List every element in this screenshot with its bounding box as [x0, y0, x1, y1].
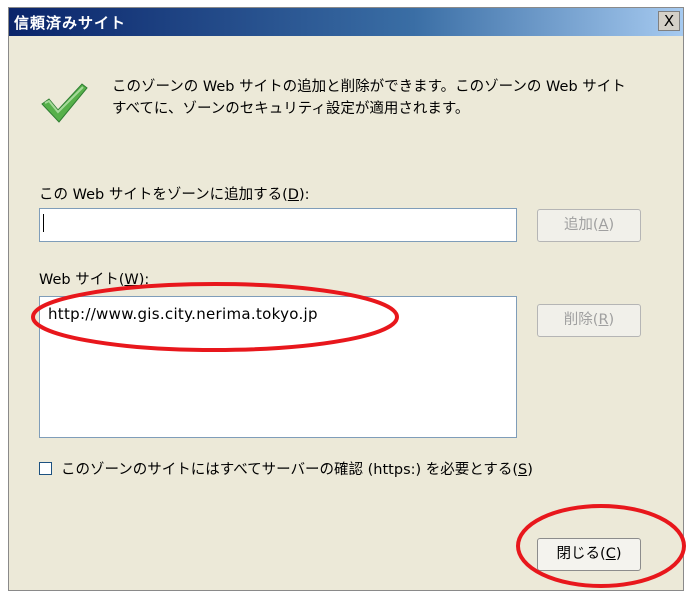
text-caret	[43, 214, 44, 232]
add-site-label: この Web サイトをゾーンに追加する(D):	[39, 187, 310, 203]
dialog-content: このゾーンの Web サイトの追加と削除ができます。このゾーンの Web サイト…	[9, 36, 683, 592]
title-bar[interactable]: 信頼済みサイト X	[9, 8, 683, 36]
add-button[interactable]: 追加(A)	[537, 209, 641, 242]
add-site-input[interactable]	[39, 208, 517, 242]
description-line-2: すべてに、ゾーンのセキュリティ設定が適用されます。	[112, 101, 470, 117]
dialog-title: 信頼済みサイト	[14, 14, 127, 32]
description-line-1: このゾーンの Web サイトの追加と削除ができます。このゾーンの Web サイト	[112, 79, 626, 95]
close-window-button[interactable]: X	[658, 11, 680, 31]
websites-list[interactable]: http://www.gis.city.nerima.tokyo.jp	[39, 296, 517, 438]
checkmark-icon	[41, 83, 88, 123]
website-list-item[interactable]: http://www.gis.city.nerima.tokyo.jp	[48, 305, 318, 323]
trusted-sites-dialog: 信頼済みサイト X このゾーンの Web サイトの追加と削除ができます。このゾー…	[8, 7, 684, 591]
require-https-label[interactable]: このゾーンのサイトにはすべてサーバーの確認 (https:) を必要とする(S)	[61, 458, 533, 479]
require-https-checkbox[interactable]	[39, 462, 52, 475]
zone-description: このゾーンの Web サイトの追加と削除ができます。このゾーンの Web サイト…	[112, 76, 682, 120]
websites-label: Web サイト(W):	[39, 272, 150, 288]
close-button[interactable]: 閉じる(C)	[537, 538, 641, 571]
remove-button[interactable]: 削除(R)	[537, 304, 641, 337]
